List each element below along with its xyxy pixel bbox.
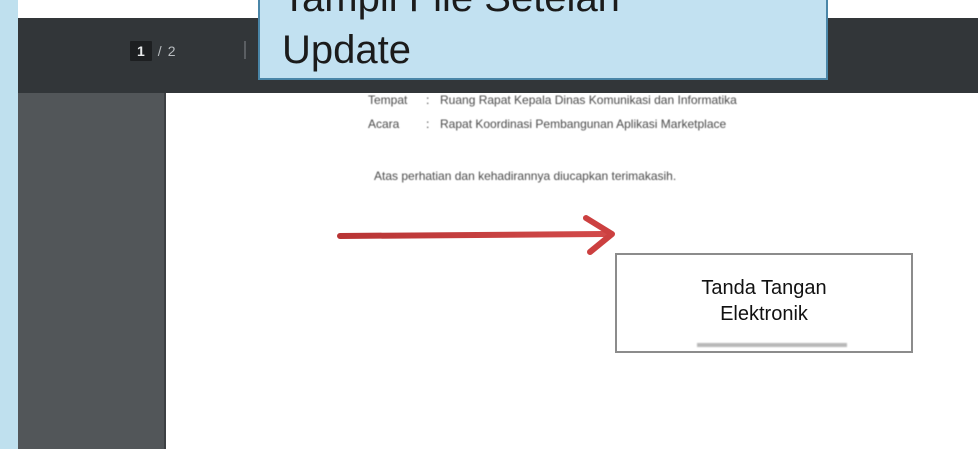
place-value: Ruang Rapat Kepala Dinas Komunikasi dan … — [440, 93, 737, 107]
left-frame-border — [0, 0, 18, 449]
total-pages: 2 — [167, 43, 176, 59]
current-page-input[interactable]: 1 — [130, 41, 152, 61]
place-colon: : — [426, 93, 430, 107]
callout-line2: Update — [282, 28, 411, 72]
signature-label-line1: Tanda Tangan — [701, 277, 827, 299]
agenda-value: Rapat Koordinasi Pembangunan Aplikasi Ma… — [440, 117, 727, 131]
electronic-signature-box: Tanda Tangan Elektronik — [615, 253, 913, 353]
thumbnail-sidebar[interactable] — [18, 93, 166, 449]
callout-box: Tampil File Setelah Update — [258, 0, 828, 80]
callout-line1: Tampil File Setelah — [282, 0, 620, 24]
screenshot-stage: 1 / 2 Tempat: Ruang Rapat Kepala Dinas Ko… — [0, 0, 978, 449]
place-label: Tempat — [368, 93, 408, 107]
page-indicator: 1 / 2 — [130, 40, 175, 62]
document-line-agenda: Acara: Rapat Koordinasi Pembangunan Aplik… — [368, 117, 726, 131]
agenda-label: Acara — [368, 117, 400, 131]
pdf-viewer: 1 / 2 Tempat: Ruang Rapat Kepala Dinas Ko… — [18, 0, 978, 449]
toolbar-divider — [244, 41, 246, 59]
right-arrow-icon — [337, 215, 615, 255]
signature-label-line2: Elektronik — [720, 303, 808, 325]
document-closing: Atas perhatian dan kehadirannya diucapka… — [374, 169, 677, 183]
signature-underline — [697, 343, 847, 347]
agenda-colon: : — [426, 117, 430, 131]
document-line-place: Tempat: Ruang Rapat Kepala Dinas Komunika… — [368, 93, 737, 107]
page-separator: / — [157, 43, 162, 59]
